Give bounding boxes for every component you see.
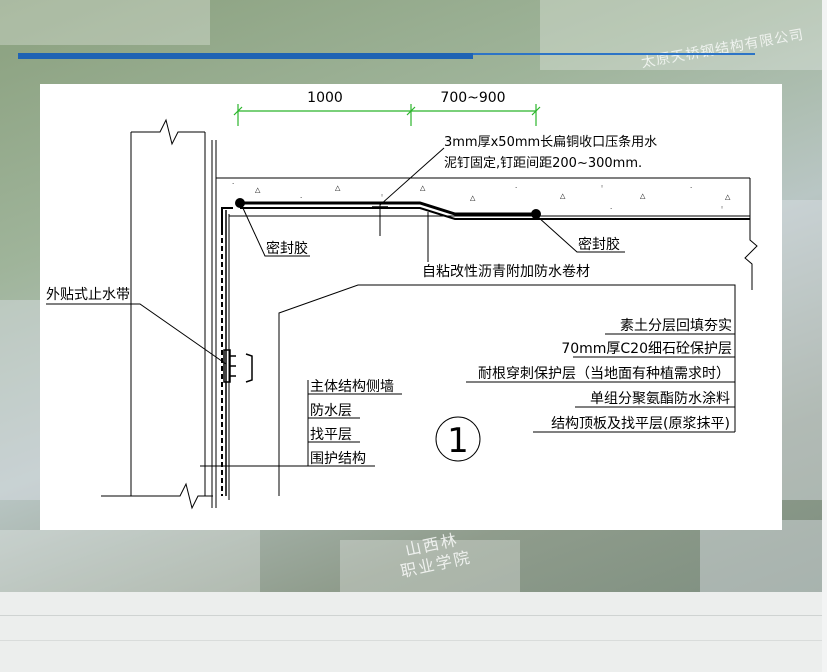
svg-text:◦: ◦ xyxy=(380,192,384,200)
svg-text:△: △ xyxy=(640,192,646,200)
dimension-label-1: 1000 xyxy=(307,90,343,106)
right-layer-label-2: 70mm厚C20细石砼保护层 xyxy=(561,341,732,357)
sealant-left-label: 密封胶 xyxy=(266,240,308,257)
svg-text:△: △ xyxy=(255,186,261,194)
waterstop-label: 外贴式止水带 xyxy=(46,287,130,303)
svg-text:·: · xyxy=(690,184,692,192)
svg-text:△: △ xyxy=(470,194,476,202)
waterproofing-detail-drawing: 1000 700~900 3mm厚x50mm长扁铜收口压条用水 泥钉固定,钉距间… xyxy=(40,84,782,530)
svg-text:△: △ xyxy=(420,184,426,192)
svg-text:△: △ xyxy=(335,184,341,192)
svg-text:△: △ xyxy=(725,193,731,201)
right-layer-label-3: 耐根穿刺保护层（当地面有种植需求时） xyxy=(478,366,730,382)
svg-text:◦: ◦ xyxy=(600,183,604,191)
membrane-label: 自粘改性沥青附加防水卷材 xyxy=(422,264,590,280)
svg-text:·: · xyxy=(515,184,517,192)
sealant-right-label: 密封胶 xyxy=(578,236,620,253)
svg-text:◦: ◦ xyxy=(720,204,724,212)
right-edge xyxy=(822,0,827,672)
note-copper-strip-1: 3mm厚x50mm长扁铜收口压条用水 xyxy=(444,134,657,150)
sealant-right-dot xyxy=(531,209,541,219)
left-layer-label-3: 找平层 xyxy=(310,427,352,443)
footer-divider-2 xyxy=(0,640,827,641)
svg-text:·: · xyxy=(300,194,302,202)
sealant-left-dot xyxy=(235,198,245,208)
title-accent-bar xyxy=(18,53,473,59)
svg-text:·: · xyxy=(610,205,612,213)
footer-divider-1 xyxy=(0,615,827,616)
footer-strip xyxy=(0,592,827,672)
dimension-label-2: 700~900 xyxy=(440,90,505,106)
diagram-panel: 1000 700~900 3mm厚x50mm长扁铜收口压条用水 泥钉固定,钉距间… xyxy=(40,84,782,530)
detail-number: 1 xyxy=(447,421,469,461)
right-layer-label-4: 单组分聚氨酯防水涂料 xyxy=(590,391,730,407)
note-copper-strip-2: 泥钉固定,钉距间距200~300mm. xyxy=(444,156,642,171)
right-layer-label-1: 素土分层回填夯实 xyxy=(620,318,732,334)
svg-text:·: · xyxy=(232,180,234,188)
right-layer-label-5: 结构顶板及找平层(原浆抹平) xyxy=(551,416,730,432)
left-layer-label-1: 主体结构侧墙 xyxy=(310,379,394,395)
left-layer-label-4: 围护结构 xyxy=(310,451,366,467)
title-accent-line xyxy=(473,53,755,55)
svg-text:△: △ xyxy=(560,192,566,200)
left-layer-label-2: 防水层 xyxy=(310,403,352,419)
